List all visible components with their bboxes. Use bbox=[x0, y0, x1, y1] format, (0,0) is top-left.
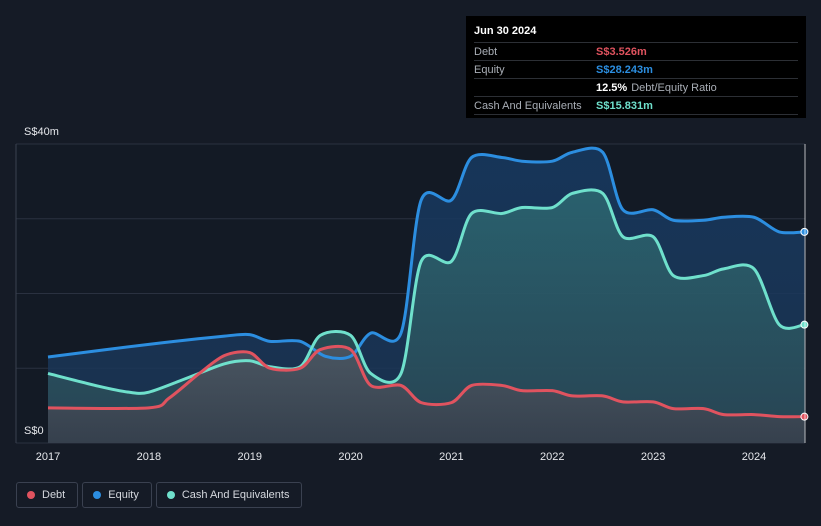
x-tick-label: 2022 bbox=[540, 451, 564, 463]
legend-item-equity[interactable]: Equity bbox=[82, 482, 152, 508]
x-tick-label: 2023 bbox=[641, 451, 665, 463]
legend-label: Debt bbox=[42, 489, 66, 501]
legend-label: Cash And Equivalents bbox=[181, 489, 290, 501]
tooltip-row-value: S$3.526m bbox=[596, 45, 647, 58]
y-axis-max-label: S$40m bbox=[24, 126, 59, 138]
tooltip-row: 12.5% Debt/Equity Ratio bbox=[474, 78, 798, 96]
x-tick-label: 2017 bbox=[36, 451, 60, 463]
series-endpoint-cash-and-equivalents bbox=[800, 320, 809, 329]
legend-label: Equity bbox=[108, 489, 139, 501]
series-endpoint-equity bbox=[800, 227, 809, 236]
legend-item-debt[interactable]: Debt bbox=[16, 482, 79, 508]
legend-dot-icon bbox=[166, 491, 175, 499]
tooltip-row-value: 12.5% bbox=[596, 81, 628, 94]
tooltip-row-value: S$15.831m bbox=[596, 99, 653, 112]
x-tick-label: 2024 bbox=[742, 451, 766, 463]
tooltip-row-label: Debt bbox=[474, 45, 498, 58]
tooltip-row-label: Equity bbox=[474, 63, 505, 76]
tooltip-row: Cash And Equivalents S$15.831m bbox=[474, 96, 798, 115]
x-tick-label: 2021 bbox=[439, 451, 463, 463]
x-tick-label: 2018 bbox=[137, 451, 161, 463]
legend-item-cash-and-equivalents[interactable]: Cash And Equivalents bbox=[155, 482, 303, 508]
tooltip-row-extra: Debt/Equity Ratio bbox=[631, 81, 717, 94]
y-axis-zero-label: S$0 bbox=[24, 425, 44, 437]
series-endpoint-debt bbox=[800, 412, 809, 421]
legend: Debt Equity Cash And Equivalents bbox=[16, 482, 303, 508]
tooltip-row-value: S$28.243m bbox=[596, 63, 653, 76]
x-tick-label: 2019 bbox=[237, 451, 261, 463]
legend-dot-icon bbox=[93, 491, 102, 499]
x-tick-label: 2020 bbox=[338, 451, 362, 463]
tooltip-row: Equity S$28.243m bbox=[474, 60, 798, 78]
tooltip-date: Jun 30 2024 bbox=[474, 25, 537, 37]
tooltip-row-label: Cash And Equivalents bbox=[474, 99, 582, 112]
legend-dot-icon bbox=[27, 491, 35, 499]
tooltip-panel: Jun 30 2024 Debt S$3.526m Equity S$28.243m 1… bbox=[466, 16, 806, 118]
tooltip-row: Debt S$3.526m bbox=[474, 42, 798, 60]
tooltip-rows: Debt S$3.526m Equity S$28.243m 12.5% Debt/Equ… bbox=[474, 42, 798, 115]
